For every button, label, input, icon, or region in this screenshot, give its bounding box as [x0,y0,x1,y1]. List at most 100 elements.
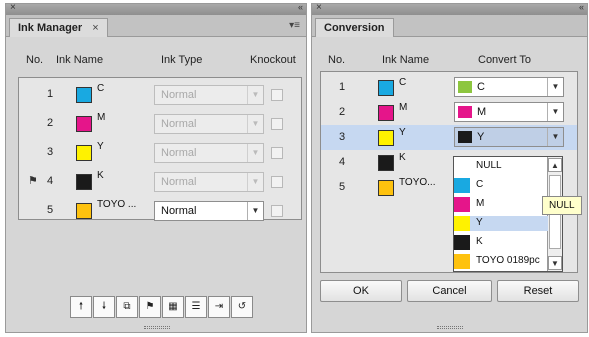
scroll-up-icon[interactable]: ▲ [548,158,562,172]
ink-row[interactable]: 3 Y Normal ▼ [19,139,301,167]
convert-to-select[interactable]: M ▼ [454,102,564,122]
panel-titlebar[interactable]: × « [312,2,587,15]
column-header-ink-name: Ink Name [382,54,430,66]
panel-menu-icon[interactable]: ▾≡ [289,20,300,31]
ink-swatch [76,203,92,219]
dropdown-option[interactable]: K [454,235,548,250]
tab-conversion[interactable]: Conversion [315,18,394,37]
option-swatch [454,178,470,193]
ink-number: 3 [47,146,54,158]
convert-to-value: Y [477,131,485,143]
option-label: M [476,198,485,209]
ink-list[interactable]: 1 C Normal ▼ 2 M Normal ▼ 3 Y Normal ▼ 4 ⚑ K Normal ▼ 5 TO… [18,77,302,221]
ink-type-select: Normal ▼ [154,85,264,105]
merge-icon[interactable]: ⇥ [208,296,230,318]
tab-label: Conversion [324,22,385,34]
panel-titlebar[interactable]: × « [6,2,306,15]
ink-swatch [378,80,394,96]
chevron-down-icon: ▼ [547,128,563,146]
chevron-down-icon: ▼ [247,115,263,133]
duplicate-icon[interactable]: ⧉ [116,296,138,318]
reset-icon[interactable]: ↺ [231,296,253,318]
ink-number: 2 [47,117,54,129]
ink-number: 1 [47,88,54,100]
ink-swatch [76,145,92,161]
ink-name: C [399,77,407,88]
collapse-icon[interactable]: « [298,2,303,12]
ink-type-value: Normal [161,118,197,130]
ink-number: 1 [339,81,346,93]
knockout-checkbox[interactable] [271,205,283,217]
knockout-checkbox[interactable] [271,176,283,188]
ink-swatch [76,174,92,190]
ink-row[interactable]: 1 C Normal ▼ [19,81,301,109]
ink-number: 4 [339,156,346,168]
ink-swatch [378,155,394,171]
tab-bar: Ink Manager × ▾≡ [6,15,306,37]
cancel-button[interactable]: Cancel [407,280,492,302]
ink-swatch [378,105,394,121]
ink-type-select: Normal ▼ [154,143,264,163]
knockout-checkbox[interactable] [271,147,283,159]
move-up-icon[interactable]: 🠕 [70,296,92,318]
ink-row[interactable]: 5 TOYO ... Normal ▼ [19,197,301,225]
ink-swatch [76,87,92,103]
knockout-checkbox[interactable] [271,118,283,130]
ink-type-value: Normal [161,176,197,188]
dropdown-option[interactable]: C [454,178,548,193]
chevron-down-icon: ▼ [547,78,563,96]
ink-alias-flag-icon: ⚑ [28,175,38,187]
tab-close-icon[interactable]: × [92,22,98,34]
scroll-down-icon[interactable]: ▼ [548,256,562,270]
ink-number: 2 [339,106,346,118]
option-label: K [476,236,483,247]
option-label: NULL [476,160,502,171]
ink-type-select[interactable]: Normal ▼ [154,201,264,221]
ink-name: TOYO ... [97,199,137,210]
column-header-knockout: Knockout [250,54,296,66]
conversion-row[interactable]: 3 Y Y ▼ [321,125,577,150]
ink-swatch [378,130,394,146]
resize-grip[interactable] [144,326,170,329]
dropdown-option[interactable]: NULL [454,159,548,174]
ink-number: 3 [339,131,346,143]
dropdown-option[interactable]: M [454,197,548,212]
tooltip: NULL [542,196,582,215]
ink-name: M [399,102,408,113]
ink-list-icon[interactable]: ☰ [185,296,207,318]
convert-to-select[interactable]: C ▼ [454,77,564,97]
tab-ink-manager[interactable]: Ink Manager × [9,18,108,37]
chevron-down-icon: ▼ [547,103,563,121]
ink-name: K [399,152,406,163]
dropdown-option[interactable]: TOYO 0189pc [454,254,548,269]
ink-row[interactable]: 2 M Normal ▼ [19,110,301,138]
option-swatch [454,216,470,231]
knockout-checkbox[interactable] [271,89,283,101]
convert-to-select[interactable]: Y ▼ [454,127,564,147]
column-header-ink-type: Ink Type [161,54,203,66]
tab-bar: Conversion [312,15,587,37]
close-icon[interactable]: × [10,2,16,13]
ink-type-select: Normal ▼ [154,114,264,134]
ok-button[interactable]: OK [320,280,402,302]
convert-swatch [458,81,472,93]
conversion-row[interactable]: 1 C C ▼ [321,75,577,100]
reset-button[interactable]: Reset [497,280,579,302]
conversion-row[interactable]: 2 M M ▼ [321,100,577,125]
convert-to-value: C [477,81,485,93]
move-down-icon[interactable]: 🠗 [93,296,115,318]
column-header-no: No. [26,54,44,66]
collapse-icon[interactable]: « [579,2,584,12]
close-icon[interactable]: × [316,2,322,13]
ink-alias-icon[interactable]: ▦ [162,296,184,318]
chevron-down-icon: ▼ [247,144,263,162]
ink-row[interactable]: 4 ⚑ K Normal ▼ [19,168,301,196]
dropdown-option[interactable]: Y [454,216,548,231]
column-header-no: No. [328,54,346,66]
ink-manager-panel: × « Ink Manager × ▾≡ No. Ink Name Ink Typ… [5,2,307,333]
ink-name: TOYO... [399,177,436,188]
resize-grip[interactable] [437,326,463,329]
tab-label: Ink Manager [18,22,83,34]
option-label: TOYO 0189pc [476,255,540,266]
flag-icon[interactable]: ⚑ [139,296,161,318]
